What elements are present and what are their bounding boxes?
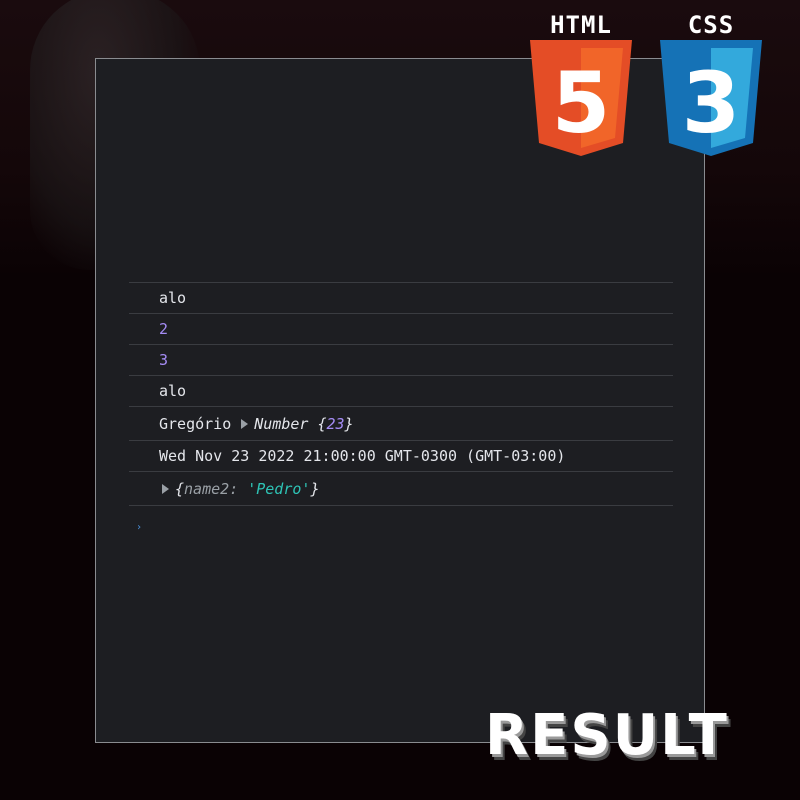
- css3-shield-icon: 3: [660, 40, 762, 156]
- log-row-1: alo: [129, 283, 673, 314]
- object-close-brace: }: [310, 479, 320, 498]
- object-value: 23: [326, 414, 345, 433]
- object-open-brace: {: [317, 414, 327, 433]
- html5-shield-icon: 5: [530, 40, 632, 156]
- expand-triangle-icon: [162, 483, 169, 494]
- css3-logo-title: CSS: [687, 11, 735, 39]
- log-row-3: 3: [129, 345, 673, 376]
- log-row-6: Wed Nov 23 2022 21:00:00 GMT-0300 (GMT-0…: [129, 441, 673, 472]
- expand-triangle-icon: [241, 418, 249, 429]
- log-text: alo: [159, 289, 187, 307]
- log-row-4: alo: [129, 376, 673, 407]
- object-open-brace: {: [175, 479, 185, 498]
- object-key: name2: [184, 479, 230, 498]
- log-label: Gregório: [159, 414, 232, 433]
- log-number: 3: [159, 351, 169, 369]
- html5-logo: HTML 5: [530, 10, 632, 162]
- log-text: Wed Nov 23 2022 21:00:00 GMT-0300 (GMT-0…: [159, 447, 566, 465]
- object-colon: :: [229, 479, 239, 498]
- log-text: alo: [159, 382, 187, 400]
- html5-logo-title: HTML: [550, 11, 612, 39]
- log-row-2: 2: [129, 314, 673, 345]
- result-caption: RESULT: [485, 703, 729, 768]
- expand-object-toggle[interactable]: [162, 480, 175, 498]
- expand-object-toggle[interactable]: [241, 415, 254, 433]
- html5-digit: 5: [552, 54, 610, 152]
- css3-digit: 3: [682, 54, 740, 152]
- console-prompt-caret[interactable]: ›: [136, 522, 142, 533]
- css3-logo: CSS 3: [660, 10, 762, 162]
- log-number: 2: [159, 320, 169, 338]
- object-string-value: 'Pedro': [247, 479, 311, 498]
- object-close-brace: }: [344, 414, 354, 433]
- log-row-5: Gregório Number { 23 }: [129, 407, 673, 441]
- console-log: alo 2 3 alo Gregório Number { 23 } Wed N…: [129, 282, 673, 506]
- object-type-name: Number: [254, 414, 309, 433]
- log-row-7: { name2 : 'Pedro' }: [129, 472, 673, 506]
